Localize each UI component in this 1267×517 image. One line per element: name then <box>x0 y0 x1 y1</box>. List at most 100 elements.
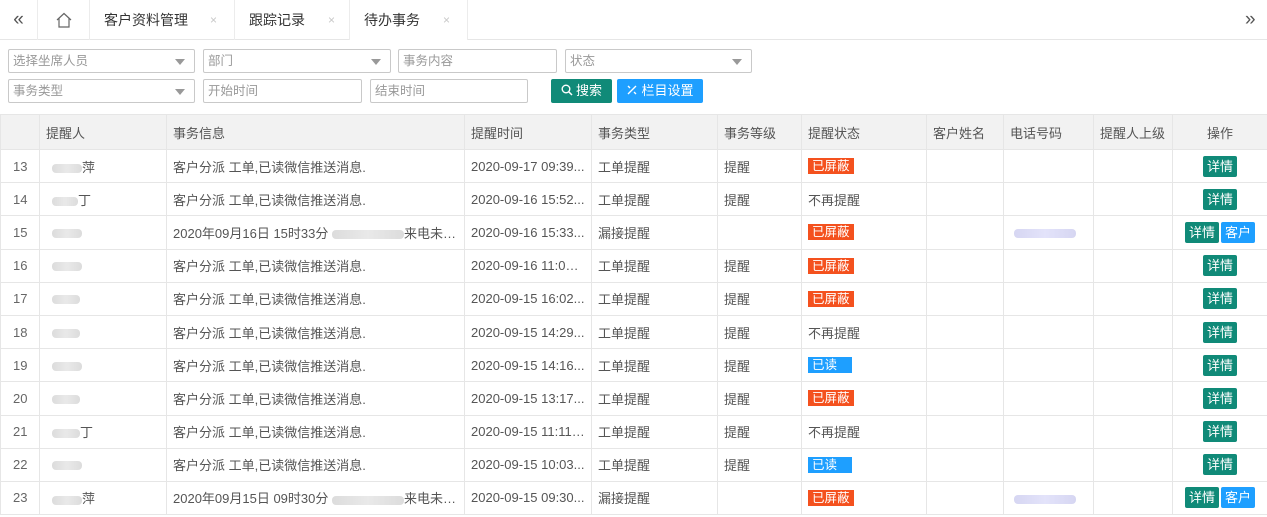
home-icon[interactable] <box>38 0 90 40</box>
detail-button[interactable]: 详情 <box>1202 288 1237 310</box>
column-header[interactable]: 事务类型 <box>591 114 718 150</box>
tab-bar: « 客户资料管理 × 跟踪记录 × 待办事务 × » <box>0 0 1267 41</box>
customer-name <box>926 480 1004 516</box>
expand-tabs-icon[interactable]: » <box>1245 0 1267 40</box>
row-number: 19 <box>0 348 40 383</box>
supervisor <box>1093 381 1173 416</box>
phone-number <box>1003 182 1094 217</box>
detail-button[interactable]: 详情 <box>1202 155 1237 177</box>
reminder-time: 2020-09-15 13:17... <box>464 381 592 416</box>
row-actions: 详情 <box>1172 281 1267 316</box>
detail-button[interactable]: 详情 <box>1184 221 1219 243</box>
table-row[interactable]: 16 客户分派 工单,已读微信推送消息. 2020-09-16 11:04:... 工… <box>0 248 1267 283</box>
detail-button[interactable]: 详情 <box>1202 321 1237 343</box>
task-type: 工单提醒 <box>591 348 718 383</box>
customer-button[interactable]: 客户 <box>1221 487 1256 509</box>
task-type: 工单提醒 <box>591 281 718 316</box>
phone-number <box>1003 281 1094 316</box>
close-icon[interactable]: × <box>443 0 450 40</box>
customer-button[interactable]: 客户 <box>1221 221 1256 243</box>
detail-button[interactable]: 详情 <box>1202 255 1237 277</box>
detail-button[interactable]: 详情 <box>1202 188 1237 210</box>
redacted-name <box>52 295 80 305</box>
tab-todo[interactable]: 待办事务 × <box>350 0 468 41</box>
table-row[interactable]: 18 客户分派 工单,已读微信推送消息. 2020-09-15 14:29... 工单… <box>0 314 1267 350</box>
column-header[interactable]: 提醒时间 <box>464 114 592 150</box>
reminder-time: 2020-09-15 14:16... <box>464 348 592 383</box>
info-date: 2020年09月15日 09时30分 <box>173 491 332 507</box>
column-header[interactable]: 提醒状态 <box>801 114 927 150</box>
reminder-status: 不再提醒 <box>801 182 927 217</box>
table-header-row: 提醒人 事务信息 提醒时间 事务类型 事务等级 提醒状态 客户姓名 电话号码 提… <box>0 114 1267 150</box>
column-header: 操作 <box>1172 114 1267 150</box>
detail-button[interactable]: 详情 <box>1202 421 1237 443</box>
end-time-input[interactable]: 结束时间 <box>370 79 528 103</box>
column-header[interactable]: 电话号码 <box>1003 114 1094 150</box>
task-info: 客户分派 工单,已读微信推送消息. <box>166 447 465 482</box>
table-row[interactable]: 21 丁 客户分派 工单,已读微信推送消息. 2020-09-15 11:11:54 工… <box>0 414 1267 449</box>
collapse-tabs-icon[interactable]: « <box>0 0 38 40</box>
reminder-person: 萍 <box>39 480 167 516</box>
task-type: 工单提醒 <box>591 447 718 482</box>
table-row[interactable]: 22 客户分派 工单,已读微信推送消息. 2020-09-15 10:03... 工单… <box>0 447 1267 482</box>
agent-select[interactable]: 选择坐席人员 <box>8 49 195 73</box>
column-header[interactable]: 提醒人上级 <box>1093 114 1173 150</box>
reminder-time: 2020-09-15 11:11:54 <box>464 414 592 449</box>
name-fragment: 丁 <box>78 192 92 208</box>
content-input[interactable]: 事务内容 <box>398 49 557 73</box>
detail-button[interactable]: 详情 <box>1202 387 1237 409</box>
row-number: 18 <box>0 314 40 350</box>
reminder-status: 已屏蔽 <box>801 381 927 416</box>
table-row[interactable]: 19 客户分派 工单,已读微信推送消息. 2020-09-15 14:16... 工单… <box>0 348 1267 383</box>
chevron-down-icon <box>175 89 185 95</box>
task-level <box>717 480 802 516</box>
status-select-placeholder: 状态 <box>570 54 596 68</box>
reminder-time: 2020-09-15 14:29... <box>464 314 592 350</box>
table-row[interactable]: 20 客户分派 工单,已读微信推送消息. 2020-09-15 13:17... 工单… <box>0 381 1267 416</box>
tab-follow-records[interactable]: 跟踪记录 × <box>235 0 350 40</box>
column-settings-button[interactable]: 栏目设置 <box>617 79 703 103</box>
tab-customer-info[interactable]: 客户资料管理 × <box>90 0 235 40</box>
customer-name <box>926 348 1004 383</box>
redacted-phone <box>1014 494 1076 504</box>
close-icon[interactable]: × <box>328 0 335 40</box>
table-row[interactable]: 15 2020年09月16日 15时33分 来电未接... 2020-09-16 1… <box>0 215 1267 250</box>
supervisor <box>1093 348 1173 383</box>
tab-label: 客户资料管理 <box>104 12 188 28</box>
reminder-status: 不再提醒 <box>801 314 927 350</box>
start-time-input[interactable]: 开始时间 <box>203 79 362 103</box>
reminder-status: 已读 <box>801 447 927 482</box>
type-select[interactable]: 事务类型 <box>8 79 195 103</box>
detail-button[interactable]: 详情 <box>1202 454 1237 476</box>
task-info: 客户分派 工单,已读微信推送消息. <box>166 148 465 184</box>
table-row[interactable]: 23 萍 2020年09月15日 09时30分 来电未接... 2020-09-15 … <box>0 480 1267 516</box>
column-header[interactable]: 提醒人 <box>39 114 167 150</box>
reminder-time: 2020-09-16 15:33... <box>464 215 592 250</box>
column-header[interactable]: 事务信息 <box>166 114 465 150</box>
chevron-down-icon <box>732 59 742 65</box>
redacted-name <box>52 229 82 239</box>
redacted-name <box>52 262 82 272</box>
detail-button[interactable]: 详情 <box>1202 354 1237 376</box>
reminder-status: 已屏蔽 <box>801 480 927 516</box>
task-level: 提醒 <box>717 414 802 449</box>
table-row[interactable]: 14 丁 客户分派 工单,已读微信推送消息. 2020-09-16 15:52... 工… <box>0 182 1267 217</box>
search-button[interactable]: 搜索 <box>551 79 612 103</box>
status-select[interactable]: 状态 <box>565 49 752 73</box>
task-level: 提醒 <box>717 447 802 482</box>
dept-select[interactable]: 部门 <box>203 49 391 73</box>
row-actions: 详情 <box>1172 348 1267 383</box>
task-type: 工单提醒 <box>591 248 718 283</box>
table-row[interactable]: 13 萍 客户分派 工单,已读微信推送消息. 2020-09-17 09:39... 工… <box>0 148 1267 184</box>
phone-number <box>1003 348 1094 383</box>
phone-number <box>1003 480 1094 516</box>
column-header[interactable]: 事务等级 <box>717 114 802 150</box>
detail-button[interactable]: 详情 <box>1184 487 1219 509</box>
status-badge: 已屏蔽 <box>808 290 854 307</box>
close-icon[interactable]: × <box>210 0 217 40</box>
table-row[interactable]: 17 客户分派 工单,已读微信推送消息. 2020-09-15 16:02... 工单… <box>0 281 1267 316</box>
row-actions: 详情 <box>1172 314 1267 350</box>
tab-label: 跟踪记录 <box>249 12 305 28</box>
search-button-label: 搜索 <box>575 83 602 98</box>
column-header[interactable]: 客户姓名 <box>926 114 1004 150</box>
